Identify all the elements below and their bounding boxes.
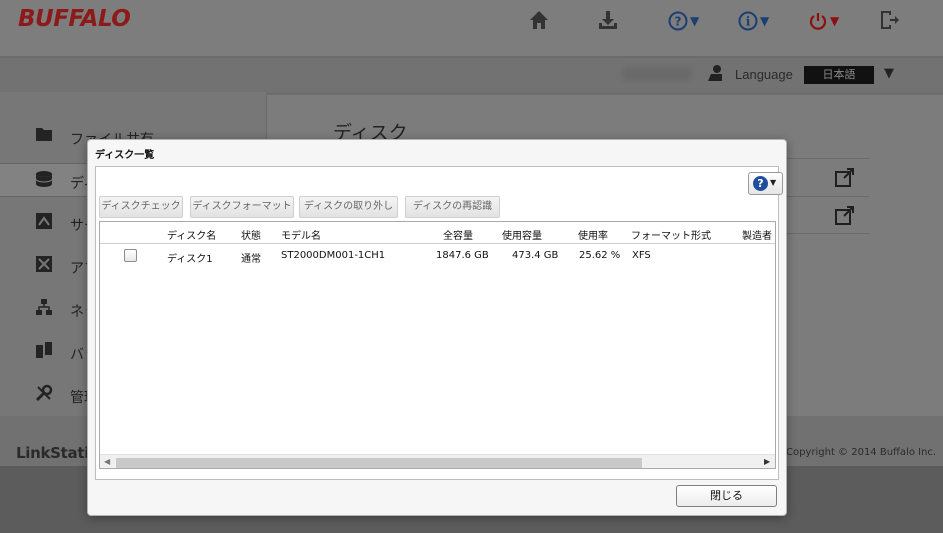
network-icon [34, 298, 54, 318]
column-header[interactable]: 使用率 [578, 227, 608, 242]
power-menu[interactable]: ▼ [808, 9, 839, 33]
top-bar [0, 0, 943, 57]
table-row[interactable]: ディスク1 通常 ST2000DM001-1CH1 1847.6 GB 473.… [100, 245, 775, 265]
disk-name-cell: ディスク1 [167, 254, 213, 265]
used-cell: 473.4 GB [512, 250, 559, 261]
dialog-title: ディスク一覧 [95, 150, 155, 161]
disk-icon [34, 170, 54, 190]
svg-text:?: ? [675, 15, 682, 29]
status-cell: 通常 [241, 254, 261, 265]
format-cell: XFS [632, 250, 651, 261]
divider [785, 196, 869, 197]
user-name-blurred [622, 67, 692, 81]
help-circle-icon: ? [753, 176, 768, 191]
chevron-down-icon[interactable]: ▼ [884, 66, 894, 81]
external-link-icon[interactable] [834, 167, 856, 187]
model-cell: ST2000DM001-1CH1 [281, 250, 386, 261]
language-select[interactable]: 日本語 [804, 66, 874, 84]
column-header[interactable]: 製造者 [742, 227, 772, 242]
info-menu[interactable]: i ▼ [738, 9, 769, 33]
help-menu[interactable]: ? ▼ [668, 9, 699, 33]
divider [785, 158, 869, 159]
column-header[interactable]: フォーマット形式 [631, 227, 711, 242]
chevron-down-icon: ▼ [830, 14, 840, 28]
help-dropdown-button[interactable]: ? ▼ [748, 172, 783, 195]
usage-rate-cell: 25.62 % [579, 250, 621, 261]
row-checkbox[interactable] [124, 249, 137, 262]
column-header[interactable]: ディスク名 [167, 227, 216, 242]
external-link-icon[interactable] [834, 205, 856, 225]
divider [785, 233, 869, 234]
logout-icon[interactable] [878, 9, 900, 33]
scrollbar-thumb[interactable] [116, 458, 642, 468]
disk-format-button[interactable]: ディスクフォーマット [190, 196, 294, 218]
power-icon [808, 9, 828, 33]
chevron-down-icon: ▼ [770, 178, 777, 187]
backup-icon [34, 341, 54, 361]
disk-list-dialog: ディスク一覧 ? ▼ ディスクチェック ディスクフォーマット ディスクの取り外し… [87, 139, 787, 516]
svg-text:i: i [746, 15, 751, 29]
column-header[interactable]: モデル名 [281, 227, 321, 242]
disk-remove-button[interactable]: ディスクの取り外し [299, 196, 398, 218]
chevron-down-icon: ▼ [760, 14, 770, 28]
column-header[interactable]: 状態 [241, 227, 261, 242]
sub-bar [0, 58, 943, 92]
close-button[interactable]: 閉じる [676, 485, 777, 507]
column-header[interactable]: 使用容量 [502, 227, 542, 242]
copyright: Copyright © 2014 Buffalo Inc. [786, 447, 937, 458]
tools-icon [34, 384, 54, 404]
home-icon[interactable] [528, 9, 550, 33]
brand-logo: BUFFALO [18, 6, 131, 32]
table-header: ディスク名 状態 モデル名 全容量 使用容量 使用率 フォーマット形式 製造者 [100, 222, 775, 244]
user-icon [706, 64, 724, 86]
scroll-left-icon[interactable]: ◀ [104, 457, 110, 466]
app-icon [34, 255, 54, 275]
disk-check-button[interactable]: ディスクチェック [99, 196, 183, 218]
language-label: Language [735, 67, 793, 82]
capacity-cell: 1847.6 GB [436, 250, 489, 261]
help-circle-icon: ? [668, 9, 688, 33]
horizontal-scrollbar[interactable]: ◀ ▶ [100, 454, 775, 468]
scroll-right-icon[interactable]: ▶ [764, 457, 770, 466]
dialog-panel: ? ▼ ディスクチェック ディスクフォーマット ディスクの取り外し ディスクの再… [95, 166, 783, 480]
download-icon[interactable] [597, 9, 619, 33]
service-icon [34, 212, 54, 232]
info-circle-icon: i [738, 9, 758, 33]
disk-rescan-button[interactable]: ディスクの再認識 [405, 196, 500, 218]
chevron-down-icon: ▼ [690, 14, 700, 28]
disk-table: ディスク名 状態 モデル名 全容量 使用容量 使用率 フォーマット形式 製造者 … [99, 221, 776, 469]
column-header[interactable]: 全容量 [443, 227, 473, 242]
folder-icon [34, 126, 54, 146]
